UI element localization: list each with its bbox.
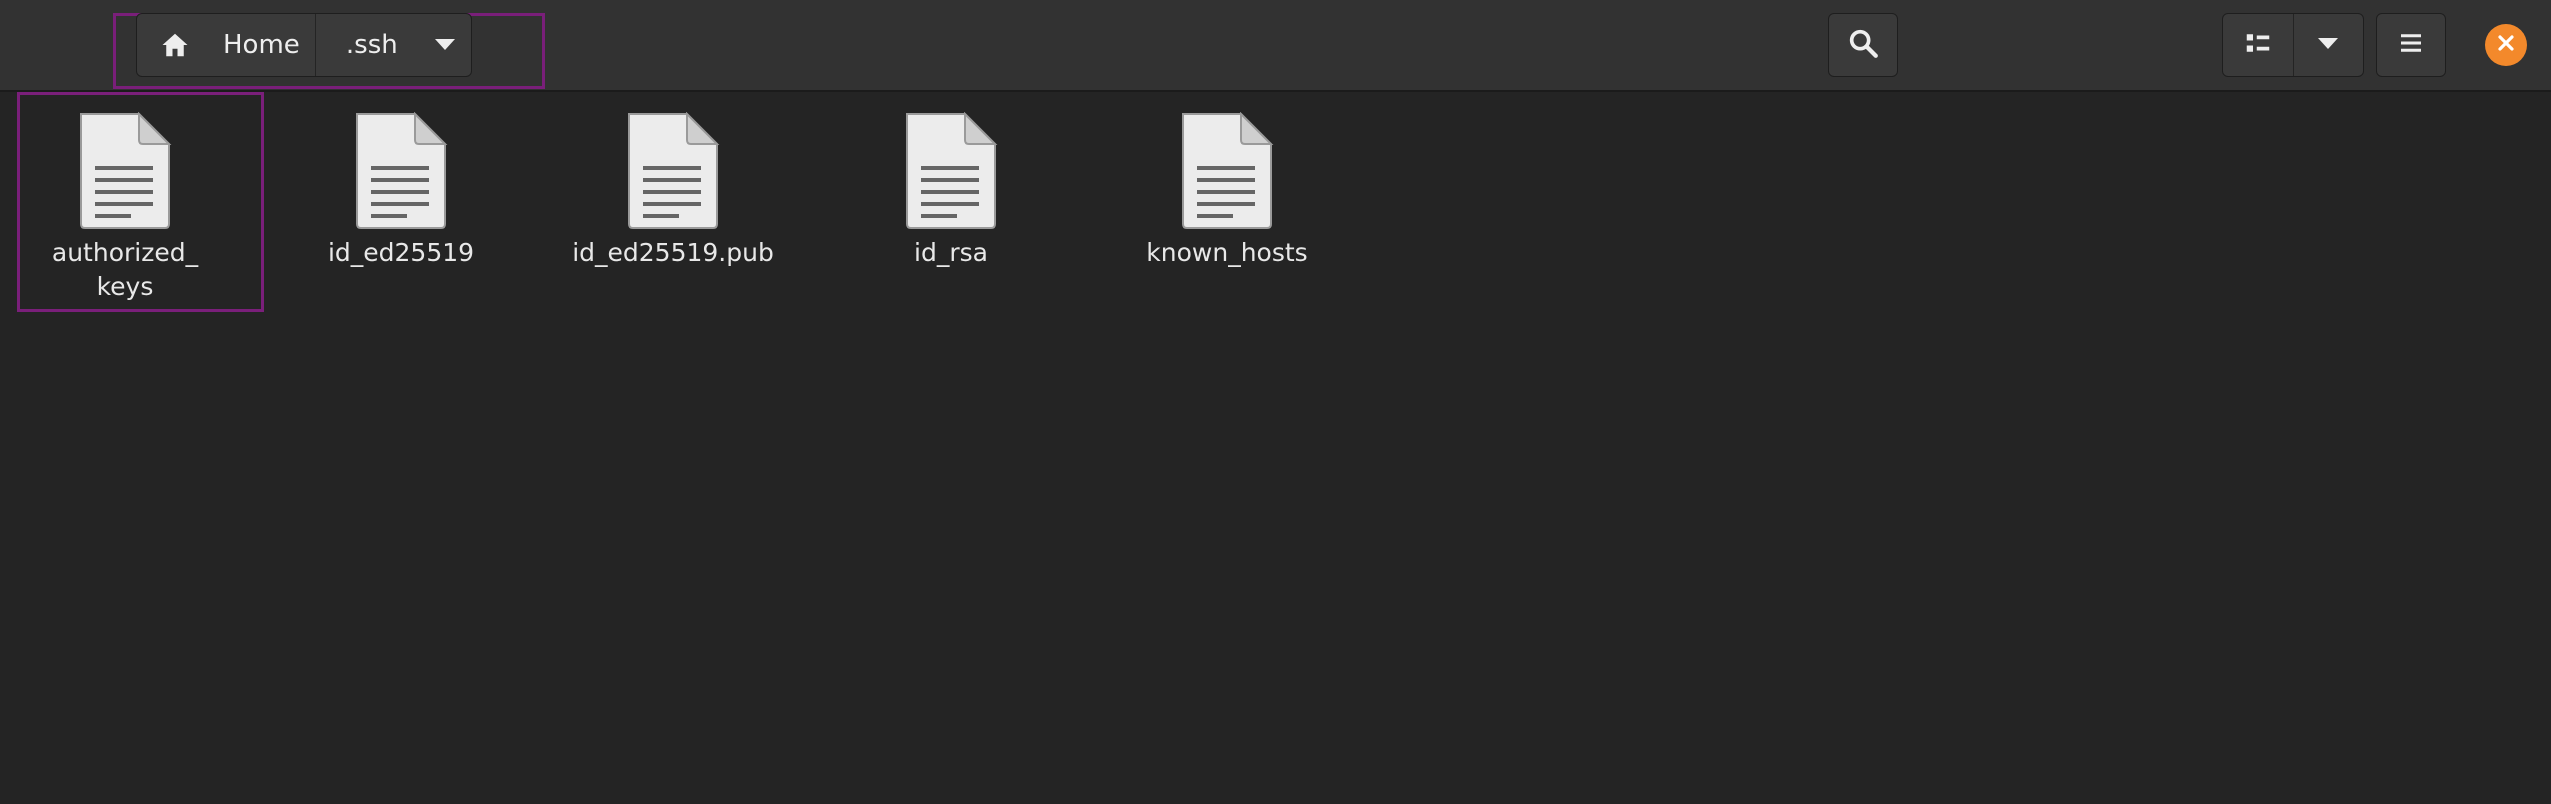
text-file-icon (906, 112, 998, 229)
hamburger-menu-icon (2396, 28, 2426, 62)
search-button[interactable] (1828, 13, 1898, 77)
view-options-button[interactable] (2292, 14, 2364, 76)
close-window-button[interactable] (2485, 24, 2527, 66)
breadcrumb: Home .ssh (136, 13, 472, 77)
text-file-icon (80, 112, 172, 229)
text-file-icon (1182, 112, 1274, 229)
file-item[interactable]: authorized_ keys (5, 112, 245, 304)
breadcrumb-current-label: .ssh (345, 30, 398, 60)
view-toggle-button[interactable] (2223, 14, 2293, 76)
header-bar: Home .ssh (0, 0, 2551, 92)
text-file-icon (628, 112, 720, 229)
search-icon (1846, 26, 1880, 64)
chevron-down-icon[interactable] (432, 32, 458, 58)
chevron-down-icon (2317, 36, 2339, 55)
breadcrumb-home-label: Home (223, 30, 300, 60)
file-name: authorized_ keys (51, 238, 199, 301)
file-item[interactable]: id_ed25519.pub (553, 112, 793, 270)
file-name: id_rsa (914, 238, 988, 267)
file-item[interactable]: known_hosts (1107, 112, 1347, 270)
close-icon (2495, 32, 2517, 58)
list-view-icon (2243, 28, 2273, 62)
file-name: known_hosts (1146, 238, 1308, 267)
file-name: id_ed25519.pub (572, 238, 774, 267)
text-file-icon (356, 112, 448, 229)
file-item[interactable]: id_ed25519 (281, 112, 521, 270)
breadcrumb-home[interactable]: Home (137, 14, 316, 76)
view-mode-group (2222, 13, 2364, 77)
file-name: id_ed25519 (327, 238, 475, 267)
home-icon (157, 27, 193, 63)
main-menu-button[interactable] (2376, 13, 2446, 77)
file-grid: authorized_ keys id_ed25519 id_ed25519.p… (0, 92, 2551, 804)
file-item[interactable]: id_rsa (831, 112, 1071, 270)
breadcrumb-current[interactable]: .ssh (316, 14, 471, 76)
